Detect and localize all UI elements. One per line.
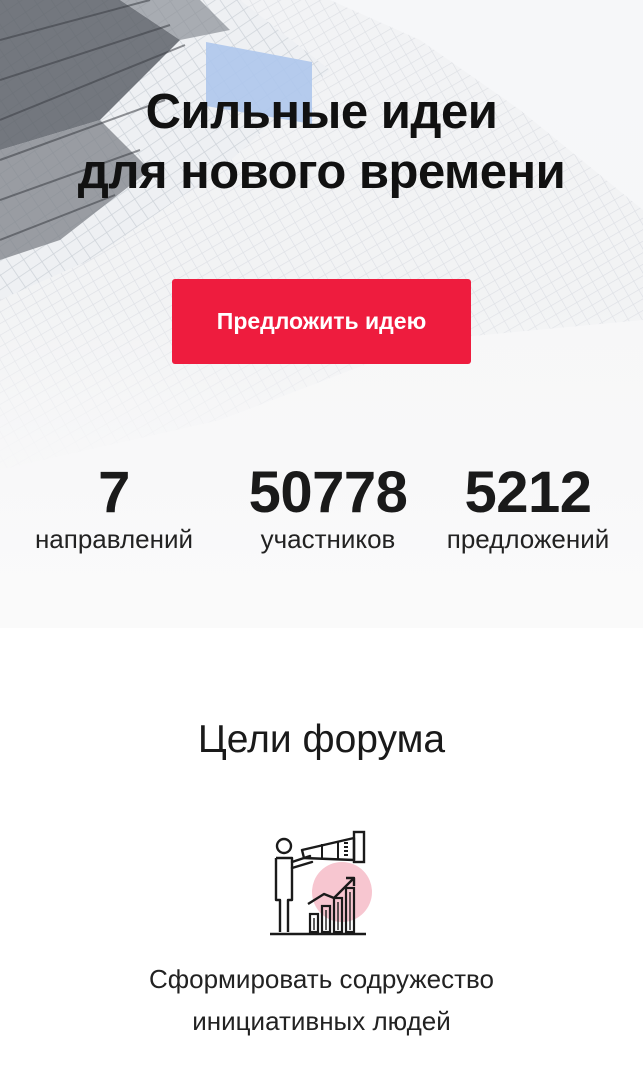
goal-description: Сформировать содружество инициативных лю… — [0, 958, 643, 1042]
stat-value: 50778 — [248, 460, 408, 525]
stat-label: предложений — [446, 524, 610, 554]
stat-participants: 50778 участников — [232, 460, 424, 555]
stat-label: участников — [260, 524, 396, 554]
stat-directions: 7 направлений — [22, 460, 206, 555]
stat-label: направлений — [34, 524, 194, 554]
goal-description-line-2: инициативных людей — [192, 1006, 451, 1036]
suggest-idea-button[interactable]: Предложить идею — [172, 279, 471, 364]
goals-section-title: Цели форума — [197, 718, 446, 761]
page: Сильные идеи для нового времени Предложи… — [0, 0, 643, 1080]
stat-proposals: 5212 предложений — [432, 460, 624, 555]
goal-description-line-1: Сформировать содружество — [148, 964, 495, 994]
stat-value: 5212 — [464, 460, 592, 525]
hero-title: Сильные идеи для нового времени — [0, 82, 643, 202]
telescope-growth-chart-icon — [270, 830, 372, 936]
hero-title-line-1: Сильные идеи — [145, 85, 498, 139]
hero-title-line-2: для нового времени — [77, 145, 566, 199]
stat-value: 7 — [98, 460, 130, 525]
hero-section: Сильные идеи для нового времени Предложи… — [0, 0, 643, 628]
